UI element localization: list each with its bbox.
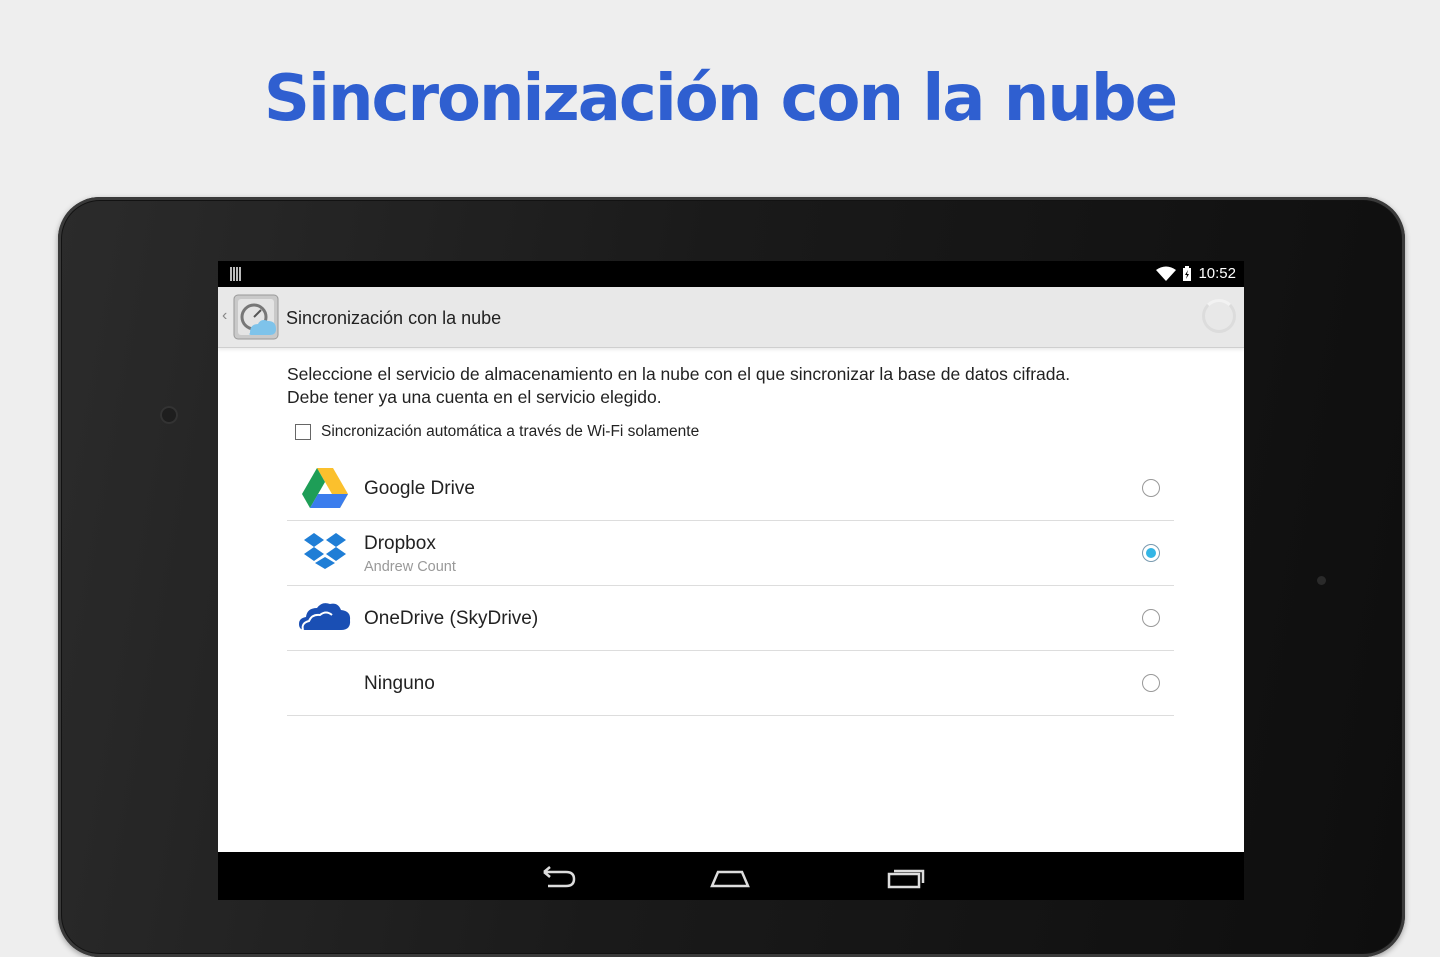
wifi-icon [1156, 266, 1177, 281]
light-sensor [1317, 576, 1326, 585]
cloud-sync-app-icon[interactable] [232, 293, 280, 341]
status-indicators: 10:52 [1156, 265, 1236, 282]
service-row-dropbox[interactable]: Dropbox Andrew Count [287, 521, 1174, 586]
service-title: Dropbox [364, 533, 436, 554]
google-drive-icon [302, 468, 348, 508]
dropbox-icon [304, 533, 346, 569]
page-headline: Sincronización con la nube [263, 62, 1178, 136]
onedrive-icon [299, 603, 351, 631]
service-title: Google Drive [364, 478, 475, 499]
service-row-none[interactable]: Ninguno [287, 651, 1174, 716]
status-bar: 10:52 [218, 261, 1244, 287]
actionbar-title: Sincronización con la nube [286, 308, 502, 328]
front-camera [160, 406, 178, 424]
wifi-only-checkbox[interactable] [295, 424, 311, 440]
service-row-google-drive[interactable]: Google Drive [287, 456, 1174, 521]
wifi-only-option[interactable]: Sincronización automática a través de Wi… [295, 423, 699, 441]
barcode-icon [230, 267, 242, 281]
navigation-bar [218, 852, 1244, 900]
description-line-2: Debe tener ya una cuenta en el servicio … [287, 387, 662, 407]
status-time: 10:52 [1198, 265, 1236, 282]
battery-icon [1183, 265, 1192, 281]
service-account: Andrew Count [364, 559, 456, 575]
wifi-only-label: Sincronización automática a través de Wi… [321, 423, 700, 440]
progress-spinner [1202, 299, 1236, 333]
recents-icon[interactable] [885, 864, 925, 890]
action-bar: ‹ Sincronización con la nube [218, 287, 1244, 348]
service-title: OneDrive (SkyDrive) [364, 608, 539, 629]
sync-description: Seleccione el servicio de almacenamiento… [287, 363, 1187, 409]
home-icon[interactable] [710, 864, 750, 890]
service-list: Google Drive Dropbox Andrew Count OneDri… [287, 456, 1174, 716]
service-title: Ninguno [364, 673, 435, 694]
back-icon[interactable] [538, 864, 578, 890]
description-line-1: Seleccione el servicio de almacenamiento… [287, 364, 1071, 384]
service-radio-onedrive[interactable] [1142, 609, 1160, 627]
service-radio-none[interactable] [1142, 674, 1160, 692]
service-radio-google-drive[interactable] [1142, 479, 1160, 497]
up-caret-icon[interactable]: ‹ [222, 307, 227, 325]
service-row-onedrive[interactable]: OneDrive (SkyDrive) [287, 586, 1174, 651]
service-radio-dropbox[interactable] [1142, 544, 1160, 562]
device-screen: 10:52 ‹ Sincronización con la nube Selec… [218, 261, 1244, 900]
